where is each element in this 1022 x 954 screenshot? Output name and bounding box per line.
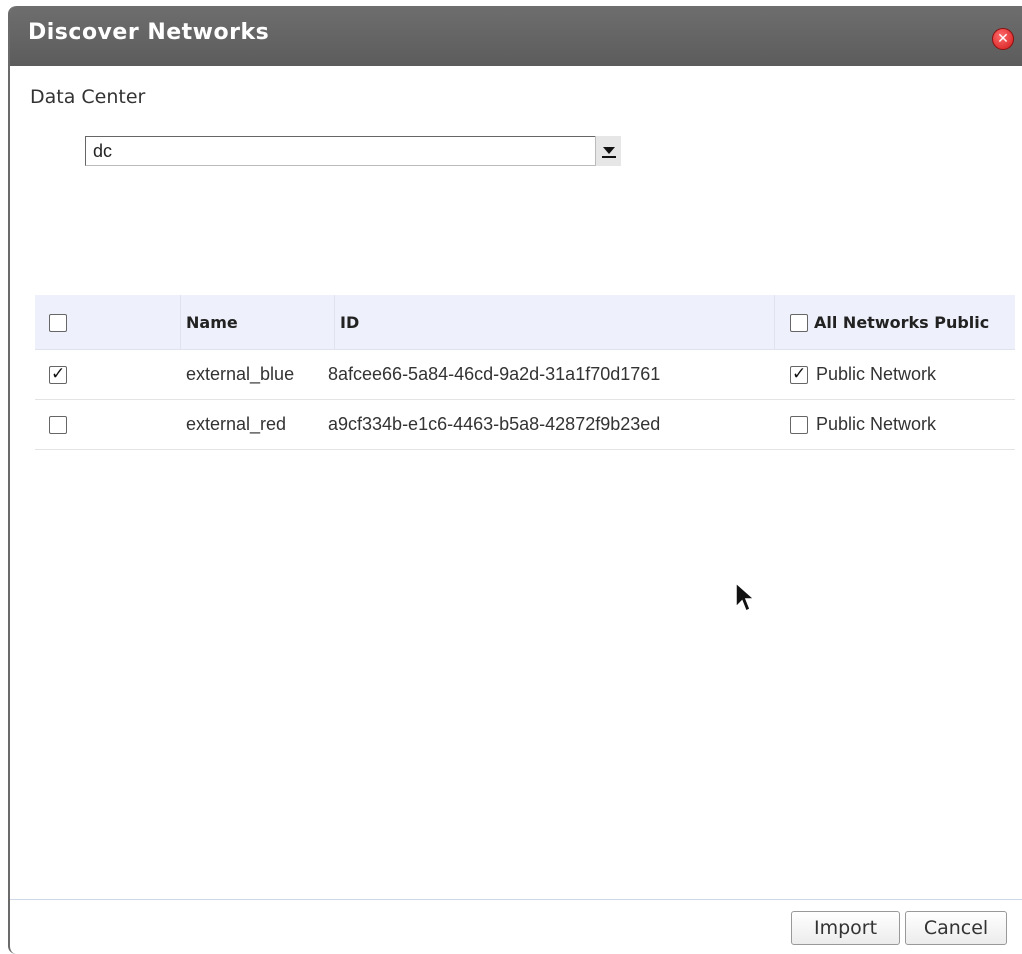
dialog-title: Discover Networks: [28, 20, 270, 45]
public-network-checkbox[interactable]: [790, 416, 808, 434]
column-header-id: ID: [340, 313, 360, 332]
data-center-select[interactable]: dc: [85, 136, 621, 166]
footer-divider: [10, 899, 1022, 900]
table-row[interactable]: external_red a9cf334b-e1c6-4463-b5a8-428…: [35, 400, 1015, 450]
data-center-select-value: dc: [93, 141, 113, 161]
discover-networks-dialog: Discover Networks ✕ Data Center dc Name …: [8, 6, 1022, 954]
public-network-label: Public Network: [816, 364, 937, 384]
table-header: Name ID All Networks Public: [35, 295, 1015, 350]
row-select-checkbox[interactable]: [49, 416, 67, 434]
column-divider: [774, 295, 775, 349]
network-name: external_blue: [186, 364, 295, 384]
chevron-down-icon[interactable]: [595, 136, 621, 166]
import-button[interactable]: Import: [791, 911, 900, 945]
mouse-pointer-icon: [735, 581, 756, 613]
data-center-label: Data Center: [30, 86, 146, 108]
cancel-button[interactable]: Cancel: [905, 911, 1007, 945]
public-network-checkbox[interactable]: [790, 364, 808, 384]
column-divider: [180, 295, 181, 349]
networks-table: Name ID All Networks Public external_blu…: [35, 295, 1015, 450]
network-name: external_red: [186, 414, 287, 434]
column-header-all-public: All Networks Public: [814, 313, 990, 332]
close-icon[interactable]: ✕: [992, 28, 1014, 50]
network-id: 8afcee66-5a84-46cd-9a2d-31a1f70d1761: [328, 364, 661, 384]
column-header-name: Name: [186, 313, 238, 332]
select-all-checkbox[interactable]: [49, 314, 67, 332]
network-id: a9cf334b-e1c6-4463-b5a8-42872f9b23ed: [328, 414, 661, 434]
row-select-checkbox[interactable]: [49, 364, 67, 384]
dialog-titlebar: Discover Networks ✕: [10, 6, 1022, 66]
public-network-label: Public Network: [816, 414, 937, 434]
all-networks-public-checkbox[interactable]: [790, 314, 808, 332]
column-divider: [334, 295, 335, 349]
table-row[interactable]: external_blue 8afcee66-5a84-46cd-9a2d-31…: [35, 350, 1015, 400]
